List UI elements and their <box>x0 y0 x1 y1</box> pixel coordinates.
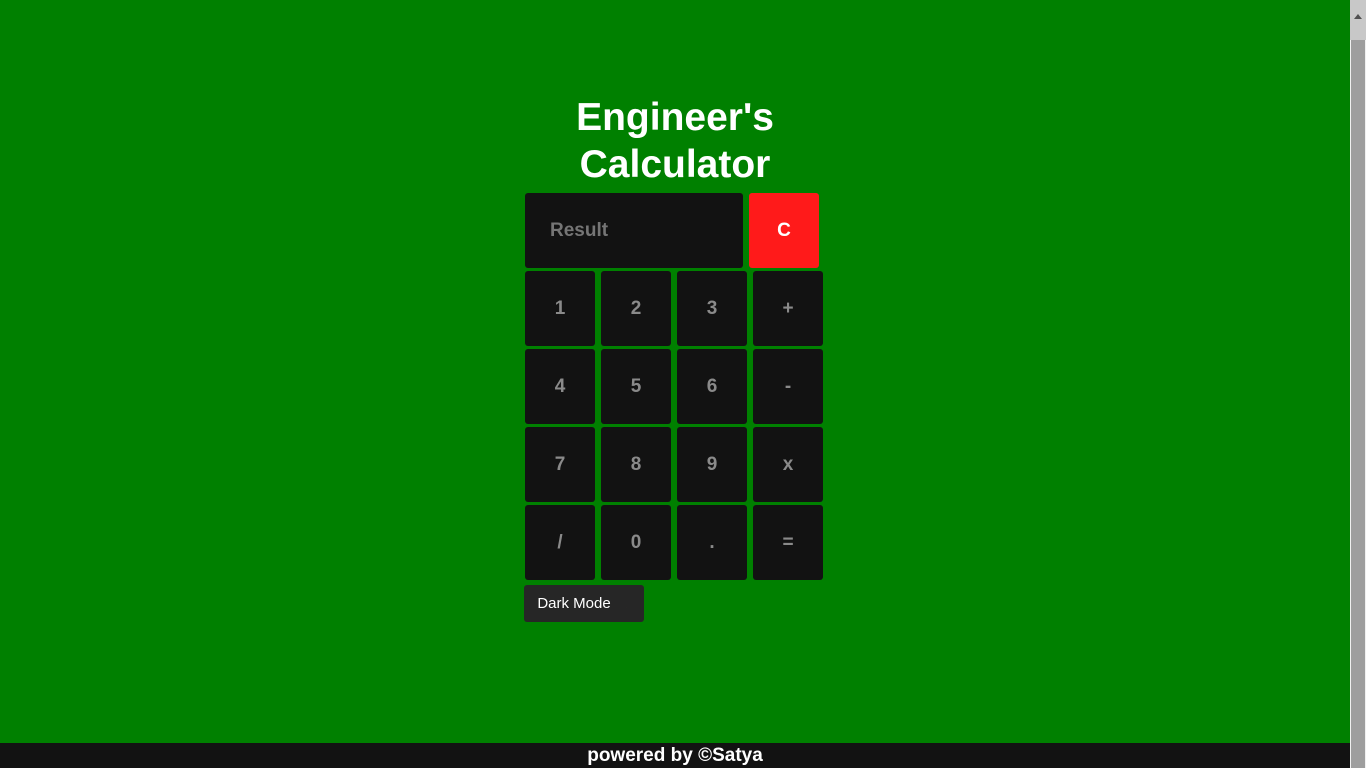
page-title: Engineer's Calculator <box>0 94 1350 188</box>
scrollbar-thumb[interactable] <box>1351 40 1365 768</box>
key-6[interactable]: 6 <box>677 349 747 424</box>
key-2[interactable]: 2 <box>601 271 671 346</box>
key-add[interactable]: + <box>753 271 823 346</box>
key-9[interactable]: 9 <box>677 427 747 502</box>
keypad: 1 2 3 + 4 5 6 - 7 8 9 x / 0 . = <box>525 271 823 580</box>
key-0[interactable]: 0 <box>601 505 671 580</box>
key-equals[interactable]: = <box>753 505 823 580</box>
key-multiply[interactable]: x <box>753 427 823 502</box>
title-line-2: Calculator <box>579 143 771 186</box>
key-8[interactable]: 8 <box>601 427 671 502</box>
result-display[interactable] <box>525 193 743 268</box>
clear-button[interactable]: C <box>749 193 819 268</box>
moon-icon <box>617 597 631 611</box>
key-decimal[interactable]: . <box>677 505 747 580</box>
key-7[interactable]: 7 <box>525 427 595 502</box>
dark-mode-label: Dark Mode <box>537 595 611 612</box>
vertical-scrollbar[interactable] <box>1350 0 1366 768</box>
key-4[interactable]: 4 <box>525 349 595 424</box>
key-3[interactable]: 3 <box>677 271 747 346</box>
dark-mode-button[interactable]: Dark Mode <box>524 585 644 622</box>
footer: powered by ©Satya <box>0 743 1350 768</box>
calculator-page: Engineer's Calculator C 1 2 3 + 4 5 6 - … <box>0 0 1366 768</box>
key-5[interactable]: 5 <box>601 349 671 424</box>
scroll-up-arrow-icon[interactable] <box>1350 0 1366 40</box>
key-divide[interactable]: / <box>525 505 595 580</box>
title-line-1: Engineer's <box>576 96 774 139</box>
key-1[interactable]: 1 <box>525 271 595 346</box>
key-subtract[interactable]: - <box>753 349 823 424</box>
